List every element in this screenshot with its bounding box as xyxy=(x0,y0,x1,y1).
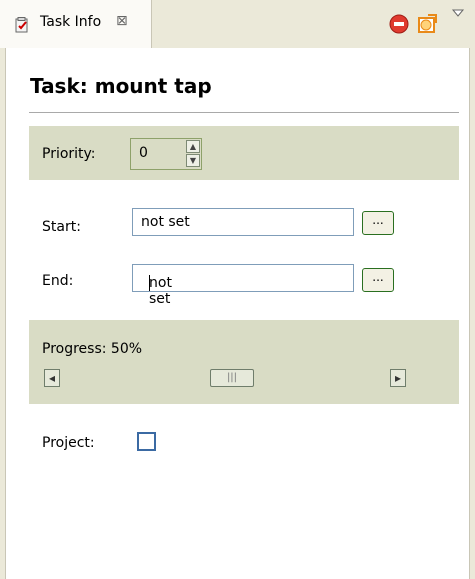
start-date-picker-label: ... xyxy=(372,213,384,227)
project-label: Project: xyxy=(42,435,95,451)
end-label: End: xyxy=(42,273,74,289)
priority-spinner[interactable]: 0 ▲ ▼ xyxy=(130,138,202,170)
text-caret xyxy=(149,275,150,291)
view-left-border xyxy=(0,48,6,579)
spinner-up-icon[interactable]: ▲ xyxy=(186,140,200,153)
view-right-border xyxy=(469,48,475,579)
task-info-tab[interactable]: Task Info ⊠ xyxy=(0,0,152,48)
task-info-icon xyxy=(15,17,28,33)
start-date-picker-button[interactable]: ... xyxy=(362,211,394,235)
scroll-right-icon[interactable]: ▸ xyxy=(390,369,406,387)
task-info-view: Task Info ⊠ Task: mount tap Priority: 0 … xyxy=(0,0,475,579)
end-date-value: not set xyxy=(149,275,172,307)
priority-label: Priority: xyxy=(42,146,96,162)
progress-label: Progress: 50% xyxy=(42,341,143,357)
progress-section xyxy=(29,320,459,404)
start-date-field[interactable]: not set xyxy=(132,208,354,236)
end-date-field[interactable]: not set xyxy=(132,264,354,307)
close-icon[interactable]: ⊠ xyxy=(116,13,128,29)
progress-slider-thumb[interactable]: ||| xyxy=(210,369,254,387)
project-checkbox[interactable] xyxy=(137,432,156,451)
scroll-left-icon[interactable]: ◂ xyxy=(44,369,60,387)
title-separator xyxy=(29,112,459,113)
spinner-down-icon[interactable]: ▼ xyxy=(186,154,200,167)
view-menu-icon[interactable] xyxy=(451,8,465,18)
start-date-value: not set xyxy=(141,214,190,230)
spinner-buttons: ▲ ▼ xyxy=(186,140,200,168)
end-date-picker-button[interactable]: ... xyxy=(362,268,394,292)
task-check-icon[interactable] xyxy=(416,13,438,35)
stop-icon[interactable] xyxy=(388,13,410,35)
tab-title: Task Info xyxy=(40,14,102,30)
start-label: Start: xyxy=(42,219,81,235)
view-tabbar: Task Info ⊠ xyxy=(0,0,475,48)
task-title: Task: mount tap xyxy=(30,74,212,98)
priority-value: 0 xyxy=(139,145,148,161)
end-date-picker-label: ... xyxy=(372,270,384,284)
